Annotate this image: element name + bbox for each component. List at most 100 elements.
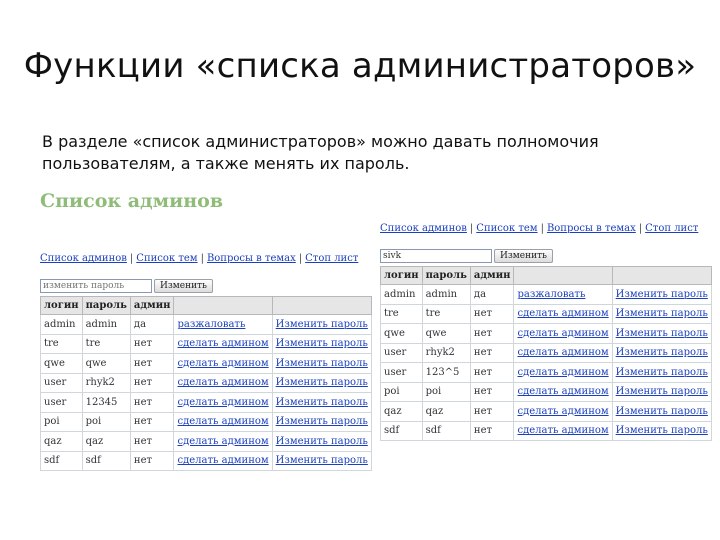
action-cell: сделать админом bbox=[513, 381, 613, 402]
table-row: admin admin да разжаловать Изменить пароль bbox=[380, 284, 712, 305]
admin-nav: Список админов | Список тем | Вопросы в тема… bbox=[380, 222, 698, 236]
password-cell: sdf bbox=[421, 420, 471, 441]
col-password-header: пароль bbox=[81, 296, 131, 315]
change-cell: Изменить пароль bbox=[611, 342, 712, 363]
password-cell: poi bbox=[421, 381, 471, 402]
table-row: user rhyk2 нет сделать админом Изменить паро… bbox=[380, 342, 712, 363]
nav-stoplist-link[interactable]: Стоп лист bbox=[645, 223, 698, 234]
make-admin-link[interactable]: сделать админом bbox=[177, 397, 268, 408]
change-password-link[interactable]: Изменить пароль bbox=[616, 406, 708, 417]
change-password-link[interactable]: Изменить пароль bbox=[276, 377, 368, 388]
change-password-link[interactable]: Изменить пароль bbox=[616, 386, 708, 397]
table-row: tre tre нет сделать админом Изменить пароль bbox=[380, 303, 712, 324]
nav-separator: | bbox=[469, 223, 474, 234]
change-password-link[interactable]: Изменить пароль bbox=[276, 436, 368, 447]
change-cell: Изменить пароль bbox=[271, 431, 372, 452]
password-cell: qaz bbox=[81, 431, 131, 452]
action-cell: сделать админом bbox=[173, 372, 273, 393]
slide-description: В разделе «список администраторов» можно… bbox=[42, 132, 599, 173]
change-password-link[interactable]: Изменить пароль bbox=[276, 319, 368, 330]
col-login-header: логин bbox=[40, 296, 83, 315]
table-row: poi poi нет сделать админом Изменить пароль bbox=[380, 381, 712, 402]
login-cell: user bbox=[380, 342, 423, 363]
nav-questions-link[interactable]: Вопросы в темах bbox=[547, 223, 636, 234]
make-admin-link[interactable]: сделать админом bbox=[177, 377, 268, 388]
login-cell: admin bbox=[40, 314, 83, 335]
action-cell: сделать админом bbox=[513, 362, 613, 383]
password-cell: 123^5 bbox=[421, 362, 471, 383]
login-cell: poi bbox=[380, 381, 423, 402]
action-cell: сделать админом bbox=[513, 323, 613, 344]
admin-flag-cell: нет bbox=[129, 333, 175, 354]
table-row: user 123^5 нет сделать админом Изменить паро… bbox=[380, 362, 712, 383]
change-cell: Изменить пароль bbox=[611, 401, 712, 422]
change-password-link[interactable]: Изменить пароль bbox=[276, 416, 368, 427]
table-header-row: логин пароль админ bbox=[380, 266, 712, 285]
password-cell: qwe bbox=[421, 323, 471, 344]
demote-link[interactable]: разжаловать bbox=[517, 289, 585, 300]
change-password-link[interactable]: Изменить пароль bbox=[616, 347, 708, 358]
change-password-link[interactable]: Изменить пароль bbox=[276, 397, 368, 408]
change-password-link[interactable]: Изменить пароль bbox=[616, 367, 708, 378]
admin-flag-cell: нет bbox=[469, 342, 515, 363]
make-admin-link[interactable]: сделать админом bbox=[177, 416, 268, 427]
nav-admin-list-link[interactable]: Список админов bbox=[40, 253, 127, 264]
admin-list-screenshot-right: Список админов | Список тем | Вопросы в тема… bbox=[380, 222, 712, 441]
table-row: qwe qwe нет сделать админом Изменить пароль bbox=[40, 353, 372, 374]
change-password-link[interactable]: Изменить пароль bbox=[616, 328, 708, 339]
nav-admin-list-link[interactable]: Список админов bbox=[380, 223, 467, 234]
password-cell: admin bbox=[81, 314, 131, 335]
change-password-link[interactable]: Изменить пароль bbox=[276, 358, 368, 369]
action-cell: сделать админом bbox=[173, 431, 273, 452]
new-password-input[interactable] bbox=[40, 278, 152, 293]
make-admin-link[interactable]: сделать админом bbox=[177, 358, 268, 369]
new-password-input[interactable] bbox=[380, 248, 492, 263]
make-admin-link[interactable]: сделать админом bbox=[517, 406, 608, 417]
nav-questions-link[interactable]: Вопросы в темах bbox=[207, 253, 296, 264]
change-button[interactable]: Изменить bbox=[494, 248, 553, 263]
change-cell: Изменить пароль bbox=[271, 372, 372, 393]
change-password-link[interactable]: Изменить пароль bbox=[276, 455, 368, 466]
admin-flag-cell: нет bbox=[469, 303, 515, 324]
make-admin-link[interactable]: сделать админом bbox=[517, 347, 608, 358]
change-password-link[interactable]: Изменить пароль bbox=[276, 338, 368, 349]
change-cell: Изменить пароль bbox=[271, 333, 372, 354]
admin-flag-cell: нет bbox=[129, 411, 175, 432]
change-cell: Изменить пароль bbox=[611, 303, 712, 324]
nav-separator: | bbox=[129, 253, 134, 264]
make-admin-link[interactable]: сделать админом bbox=[517, 328, 608, 339]
action-cell: сделать админом bbox=[173, 450, 273, 471]
change-password-link[interactable]: Изменить пароль bbox=[616, 289, 708, 300]
change-password-link[interactable]: Изменить пароль bbox=[616, 425, 708, 436]
login-cell: qaz bbox=[380, 401, 423, 422]
password-cell: admin bbox=[421, 284, 471, 305]
action-cell: сделать админом bbox=[173, 411, 273, 432]
make-admin-link[interactable]: сделать админом bbox=[517, 308, 608, 319]
nav-separator: | bbox=[200, 253, 204, 264]
admin-flag-cell: нет bbox=[129, 372, 175, 393]
change-button[interactable]: Изменить bbox=[154, 278, 213, 293]
make-admin-link[interactable]: сделать админом bbox=[177, 455, 268, 466]
nav-stoplist-link[interactable]: Стоп лист bbox=[305, 253, 358, 264]
make-admin-link[interactable]: сделать админом bbox=[177, 338, 268, 349]
admin-flag-cell: нет bbox=[469, 420, 515, 441]
table-row: user rhyk2 нет сделать админом Изменить паро… bbox=[40, 372, 372, 393]
table-row: admin admin да разжаловать Изменить пароль bbox=[40, 314, 372, 335]
admin-flag-cell: да bbox=[129, 314, 175, 335]
change-cell: Изменить пароль bbox=[271, 353, 372, 374]
admins-table: логин пароль админ admin admin да разжалова… bbox=[380, 266, 712, 441]
nav-topics-link[interactable]: Список тем bbox=[476, 223, 537, 234]
password-cell: 12345 bbox=[81, 392, 131, 413]
change-password-link[interactable]: Изменить пароль bbox=[616, 308, 708, 319]
change-cell: Изменить пароль bbox=[611, 381, 712, 402]
password-cell: sdf bbox=[81, 450, 131, 471]
make-admin-link[interactable]: сделать админом bbox=[177, 436, 268, 447]
make-admin-link[interactable]: сделать админом bbox=[517, 386, 608, 397]
make-admin-link[interactable]: сделать админом bbox=[517, 367, 608, 378]
password-cell: tre bbox=[81, 333, 131, 354]
demote-link[interactable]: разжаловать bbox=[177, 319, 245, 330]
admin-flag-cell: нет bbox=[129, 392, 175, 413]
action-cell: сделать админом bbox=[513, 342, 613, 363]
make-admin-link[interactable]: сделать админом bbox=[517, 425, 608, 436]
nav-topics-link[interactable]: Список тем bbox=[136, 253, 197, 264]
